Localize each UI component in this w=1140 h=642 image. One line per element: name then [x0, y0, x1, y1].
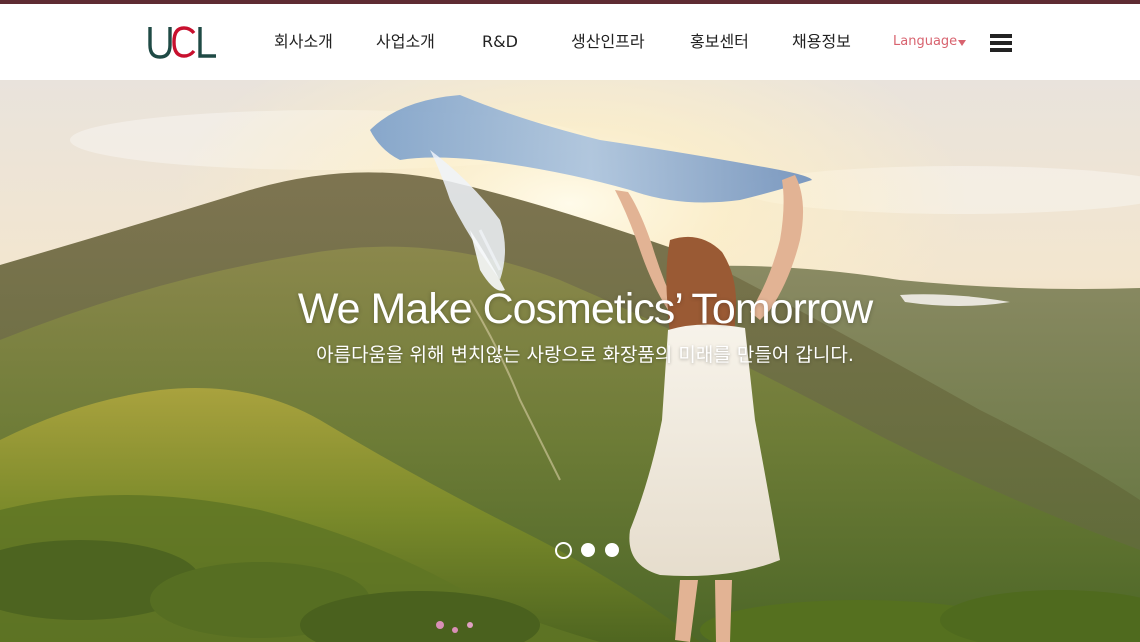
nav-item-business[interactable]: 사업소개 [376, 30, 435, 54]
slider-pagination [555, 542, 625, 560]
hamburger-menu-icon[interactable] [990, 34, 1012, 52]
nav-item-rnd[interactable]: R&D [482, 30, 518, 54]
nav-item-pr-center[interactable]: 홍보센터 [690, 30, 749, 54]
nav-item-company[interactable]: 회사소개 [274, 30, 333, 54]
hero-subtitle: 아름다움을 위해 변치않는 사랑으로 화장품의 미래를 만들어 갑니다. [316, 344, 854, 366]
ucl-logo-icon [148, 26, 216, 59]
slide-dot-2[interactable] [581, 543, 595, 557]
hero-title: We Make Cosmetics’ Tomorrow [297, 285, 873, 333]
slide-dot-3[interactable] [605, 543, 619, 557]
slide-dot-1-active[interactable] [555, 542, 572, 559]
logo[interactable] [146, 23, 218, 63]
nav-item-careers[interactable]: 채용정보 [792, 30, 851, 54]
nav-item-production[interactable]: 생산인프라 [571, 30, 645, 54]
site-header: 회사소개 사업소개 R&D 생산인프라 홍보센터 채용정보 Language [0, 4, 1140, 80]
hero-banner: We Make Cosmetics’ Tomorrow 아름다움을 위해 변치않… [0, 80, 1140, 642]
language-selector[interactable]: Language [893, 32, 957, 52]
caret-down-icon [958, 40, 966, 46]
